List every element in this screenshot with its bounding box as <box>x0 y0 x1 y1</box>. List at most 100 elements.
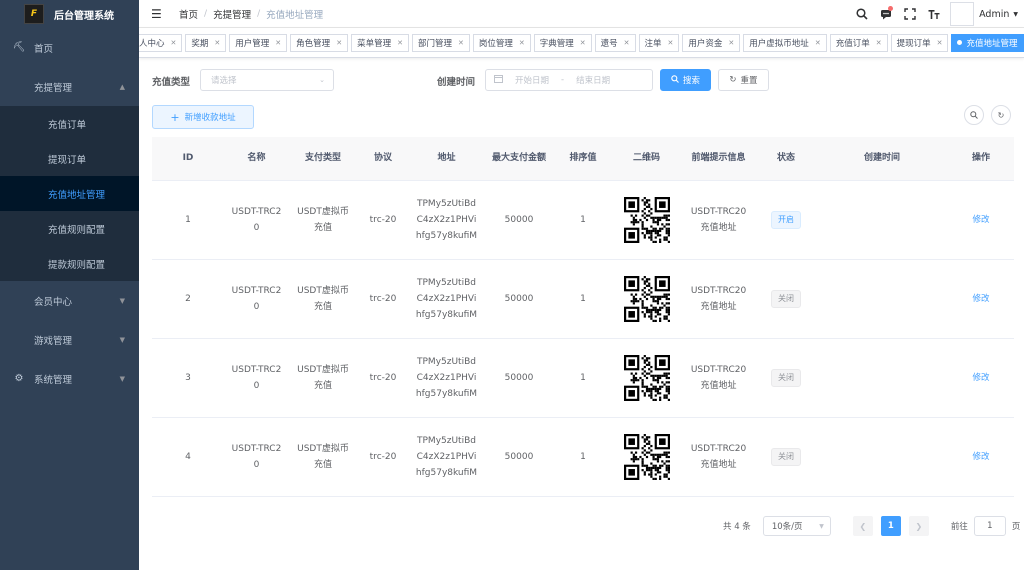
cell-address: TPMy5zUtiBdC4zX2z1PHVihfg57y8kufiM <box>415 436 478 478</box>
prev-page-button[interactable]: ❮ <box>852 516 873 536</box>
table-row: 1 USDT-TRC20 USDT虚拟币充值 trc-20 TPMy5zUtiB… <box>152 181 1014 260</box>
sidebar-subitem-deposit-address[interactable]: 充值地址管理 <box>0 176 139 211</box>
page-size-select[interactable]: 10条/页 ▼ <box>762 516 831 536</box>
cell-created <box>816 260 948 338</box>
header-actions: Admin ▼ <box>854 0 1018 28</box>
close-icon[interactable]: ✕ <box>668 39 674 47</box>
cell-tip: USDT-TRC20充值地址 <box>690 365 747 391</box>
deposit-type-select[interactable]: 请选择 ⌄ <box>200 69 334 91</box>
font-size-icon[interactable] <box>926 6 942 22</box>
close-icon[interactable]: ✕ <box>728 39 734 47</box>
reset-button[interactable]: ↻ 重置 <box>718 69 769 91</box>
user-name[interactable]: Admin <box>979 9 1009 20</box>
tag-user-funds[interactable]: 用户资金 ✕ <box>682 33 741 52</box>
tag-personal-center[interactable]: 人中心 ✕ <box>139 33 183 52</box>
close-icon[interactable]: ✕ <box>815 39 821 47</box>
tag-missing-numbers[interactable]: 遗号 ✕ <box>594 33 636 52</box>
start-date-input[interactable]: 开始日期 <box>515 74 549 86</box>
tag-menu-management[interactable]: 菜单管理 ✕ <box>351 33 409 52</box>
cell-qrcode <box>612 339 681 417</box>
page-number-button[interactable]: 1 <box>880 516 901 536</box>
search-button[interactable]: 搜索 <box>660 69 711 91</box>
tag-deposit-address[interactable]: 充值地址管理✕ <box>951 33 1024 52</box>
close-icon[interactable]: ✕ <box>937 39 943 47</box>
sidebar-item-members[interactable]: 会员中心 ▼ <box>0 281 139 320</box>
message-icon[interactable] <box>878 6 894 22</box>
cell-id: 4 <box>185 452 191 462</box>
tag-user-management[interactable]: 用户管理 ✕ <box>229 33 288 52</box>
add-address-button[interactable]: + 新增收款地址 <box>152 105 254 129</box>
cell-created <box>816 181 948 259</box>
edit-link[interactable]: 修改 <box>972 212 989 228</box>
cell-protocol: trc-20 <box>369 452 397 462</box>
avatar[interactable] <box>950 2 975 26</box>
fullscreen-icon[interactable] <box>902 6 918 22</box>
goto-page-input[interactable]: 1 <box>973 516 1006 536</box>
top-navbar: ☰ 首页 / 充提管理 / 充值地址管理 Admin ▼ <box>139 0 1024 28</box>
close-icon[interactable]: ✕ <box>171 39 177 47</box>
tag-lottery-period[interactable]: 奖期 ✕ <box>185 33 227 52</box>
cell-created <box>816 418 948 496</box>
sidebar-subitem-withdraw-rules[interactable]: 提款规则配置 <box>0 246 139 281</box>
qr-code-image[interactable] <box>623 197 670 243</box>
close-icon[interactable]: ✕ <box>876 39 882 47</box>
close-icon[interactable]: ✕ <box>580 39 586 47</box>
search-icon[interactable] <box>854 6 870 22</box>
caret-down-icon[interactable]: ▼ <box>1013 11 1018 18</box>
tag-deposit-orders[interactable]: 充值订单 ✕ <box>829 33 888 52</box>
cell-name: USDT-TRC20 <box>231 444 282 470</box>
close-icon[interactable]: ✕ <box>458 39 464 47</box>
status-badge: 开启 <box>771 211 801 229</box>
tag-dept-management[interactable]: 部门管理 ✕ <box>411 33 470 52</box>
sidebar-item-system[interactable]: ⚙ 系统管理 ▼ <box>0 359 139 398</box>
qr-code-image[interactable] <box>623 355 670 401</box>
sidebar-item-games[interactable]: 游戏管理 ▼ <box>0 320 139 359</box>
cell-name: USDT-TRC20 <box>231 207 282 233</box>
edit-link[interactable]: 修改 <box>972 291 989 307</box>
sidebar-subitem-withdraw-orders[interactable]: 提现订单 <box>0 141 139 176</box>
header-sort: 排序值 <box>569 153 597 163</box>
sidebar-item-home[interactable]: ⛏ 首页 <box>0 28 139 67</box>
breadcrumb-home[interactable]: 首页 <box>179 7 198 21</box>
sidebar-item-deposit-withdraw[interactable]: 充提管理 ▲ <box>0 67 139 106</box>
chevron-down-icon: ▼ <box>119 374 125 383</box>
cell-pay-type: USDT虚拟币充值 <box>297 365 349 391</box>
refresh-button[interactable]: ↻ <box>991 105 1011 125</box>
tag-user-crypto-address[interactable]: 用户虚拟币地址 ✕ <box>743 33 827 52</box>
edit-link[interactable]: 修改 <box>972 449 989 465</box>
close-icon[interactable]: ✕ <box>336 39 342 47</box>
sidebar-subitem-deposit-rules[interactable]: 充值规则配置 <box>0 211 139 246</box>
sidebar-item-label: 首页 <box>34 43 54 55</box>
toggle-search-button[interactable] <box>964 105 984 125</box>
header-pay-type: 支付类型 <box>304 153 341 163</box>
pagination: 共 4 条 10条/页 ▼ ❮ 1 ❯ 前往 1 页 <box>723 515 1020 537</box>
table-row: 4 USDT-TRC20 USDT虚拟币充值 trc-20 TPMy5zUtiB… <box>152 418 1014 497</box>
breadcrumb-separator: / <box>204 8 208 19</box>
chevron-down-icon: ▼ <box>119 296 125 305</box>
cell-sort: 1 <box>580 452 586 462</box>
cell-tip: USDT-TRC20充值地址 <box>690 207 747 233</box>
close-icon[interactable]: ✕ <box>397 39 403 47</box>
qr-code-image[interactable] <box>623 434 670 480</box>
breadcrumb-deposit[interactable]: 充提管理 <box>213 7 251 21</box>
status-badge: 关闭 <box>771 369 801 387</box>
cell-address: TPMy5zUtiBdC4zX2z1PHVihfg57y8kufiM <box>415 278 478 320</box>
tag-post-management[interactable]: 岗位管理 ✕ <box>472 33 531 52</box>
breadcrumb-separator: / <box>257 8 261 19</box>
close-icon[interactable]: ✕ <box>624 39 630 47</box>
next-page-button[interactable]: ❯ <box>908 516 929 536</box>
end-date-input[interactable]: 结束日期 <box>576 74 610 86</box>
close-icon[interactable]: ✕ <box>275 39 281 47</box>
date-range-picker[interactable]: 开始日期 - 结束日期 <box>485 69 653 91</box>
qr-code-image[interactable] <box>623 276 670 322</box>
sidebar-subitem-deposit-orders[interactable]: 充值订单 <box>0 106 139 141</box>
tag-role-management[interactable]: 角色管理 ✕ <box>290 33 349 52</box>
calendar-icon <box>494 74 503 86</box>
close-icon[interactable]: ✕ <box>519 39 525 47</box>
close-icon[interactable]: ✕ <box>214 39 220 47</box>
tag-bets[interactable]: 注单 ✕ <box>638 33 680 52</box>
edit-link[interactable]: 修改 <box>972 370 989 386</box>
hamburger-icon[interactable]: ☰ <box>151 7 163 21</box>
tag-dict-management[interactable]: 字典管理 ✕ <box>533 33 592 52</box>
tag-withdraw-orders[interactable]: 提现订单 ✕ <box>890 33 949 52</box>
